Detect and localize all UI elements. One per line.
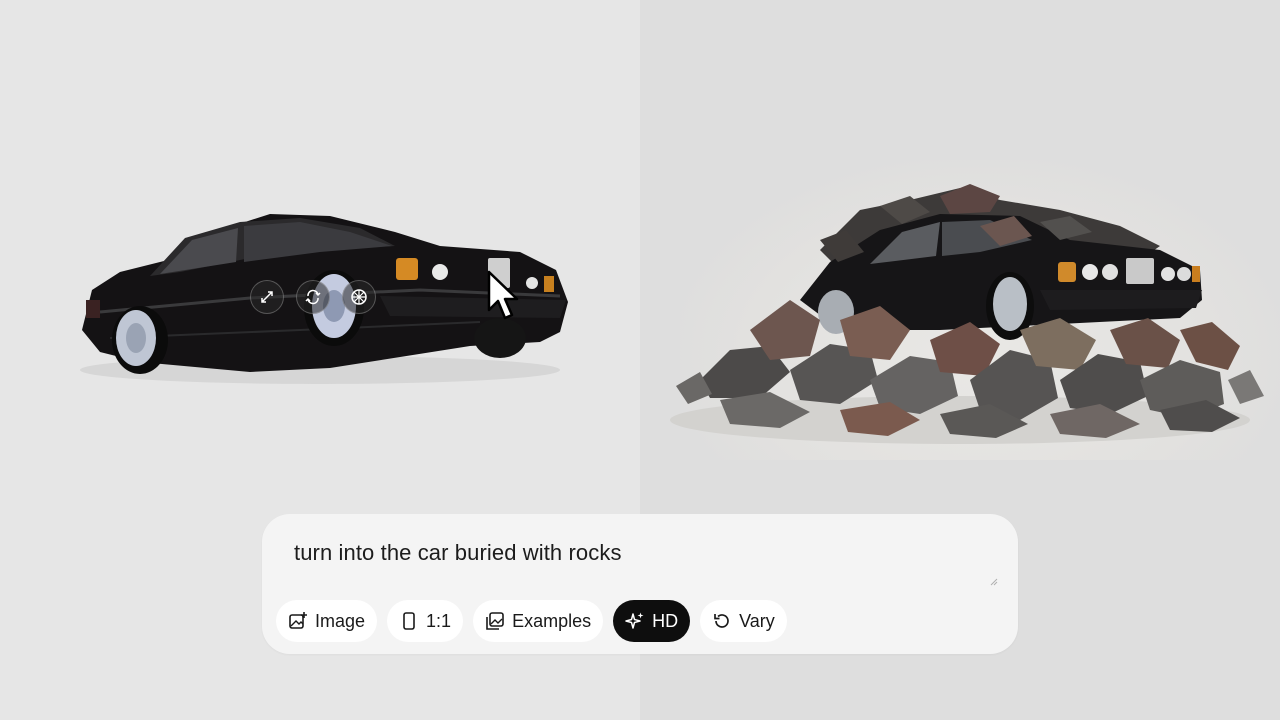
prompt-input[interactable]: turn into the car buried with rocks [294,540,622,566]
hd-chip-label: HD [652,610,679,631]
image-tool-row [250,280,376,314]
prompt-composer: turn into the car buried with rocks Imag… [262,514,1018,654]
rotate-tool-button[interactable] [296,280,330,314]
expand-tool-button[interactable] [250,280,284,314]
wheel-tool-button[interactable] [342,280,376,314]
phone-aspect-icon [403,612,415,630]
examples-chip-button[interactable]: Examples [473,600,604,642]
image-add-icon [289,612,307,629]
mouse-cursor-icon [487,270,519,320]
gallery-icon [486,612,504,630]
image-chip-label: Image [315,610,366,631]
resize-grip-icon[interactable] [990,578,998,586]
expand-icon [261,291,273,303]
hd-chip-button[interactable]: HD [613,600,691,642]
vary-chip-label: Vary [739,610,775,631]
aspect-ratio-chip-button[interactable]: 1:1 [387,600,464,642]
rotate-icon [305,289,321,305]
aspect-ratio-chip-label: 1:1 [426,610,452,631]
image-chip-button[interactable]: Image [276,600,378,642]
comparison-stage: turn into the car buried with rocks Imag… [0,0,1280,720]
wheel-icon [351,289,367,305]
sparkle-icon [625,612,644,629]
refresh-icon [714,614,729,628]
vary-chip-button[interactable]: Vary [700,600,787,642]
composer-chip-row: Image 1:1 Examples HD Vary [276,600,787,642]
examples-chip-label: Examples [512,610,592,631]
